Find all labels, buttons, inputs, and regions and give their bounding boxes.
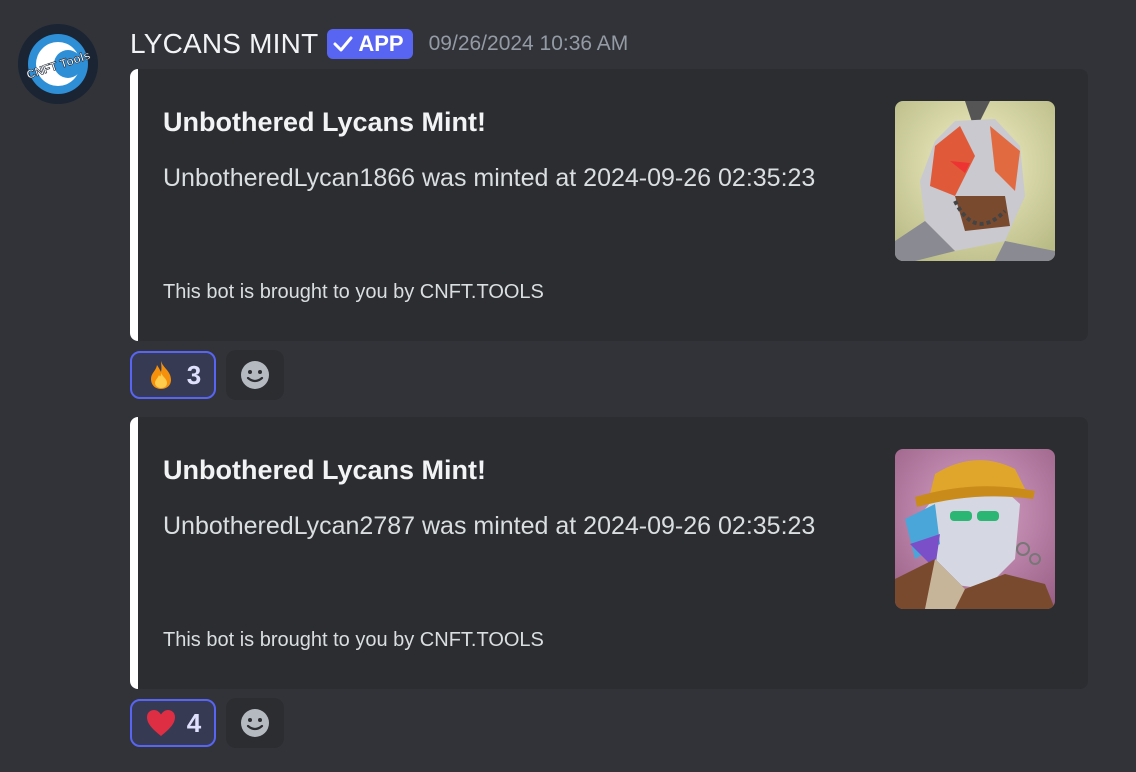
smiley-icon: [241, 709, 269, 737]
embed-thumbnail[interactable]: [895, 101, 1055, 261]
heart-emoji-icon: [145, 707, 177, 739]
message-timestamp[interactable]: 09/26/2024 10:36 AM: [429, 32, 629, 56]
smiley-icon: [241, 361, 269, 389]
reaction-count: 4: [186, 707, 202, 738]
embed-description: UnbotheredLycan1866 was minted at 2024-0…: [163, 164, 816, 192]
app-badge-label: APP: [358, 31, 404, 56]
reaction-fire-button[interactable]: 3: [130, 351, 216, 399]
bot-message: CNFT Tools LYCANS MINT APP 09/26/2024 10…: [0, 0, 1136, 772]
reaction-count: 3: [186, 359, 202, 390]
message-header: LYCANS MINT APP 09/26/2024 10:36 AM: [130, 26, 628, 62]
cnft-tools-logo-icon: CNFT Tools: [18, 24, 98, 104]
reaction-bar: 3: [130, 349, 284, 401]
app-badge: APP: [327, 29, 413, 59]
embed-description: UnbotheredLycan2787 was minted at 2024-0…: [163, 512, 816, 540]
reaction-heart-button[interactable]: 4: [130, 699, 216, 747]
fire-emoji-icon: [145, 359, 177, 391]
embed-title: Unbothered Lycans Mint!: [163, 455, 487, 485]
lycan-nft-image-icon: [895, 449, 1055, 609]
embed-footer: This bot is brought to you by CNFT.TOOLS: [163, 281, 544, 303]
add-reaction-button[interactable]: [226, 350, 284, 400]
embed-footer: This bot is brought to you by CNFT.TOOLS: [163, 629, 544, 651]
mint-embed: Unbothered Lycans Mint! UnbotheredLycan2…: [130, 417, 1088, 689]
embed-thumbnail[interactable]: [895, 449, 1055, 609]
lycan-nft-image-icon: [895, 101, 1055, 261]
add-reaction-button[interactable]: [226, 698, 284, 748]
embed-title: Unbothered Lycans Mint!: [163, 107, 487, 137]
checkmark-icon: [333, 35, 353, 53]
mint-embed: Unbothered Lycans Mint! UnbotheredLycan1…: [130, 69, 1088, 341]
bot-avatar[interactable]: CNFT Tools: [18, 24, 98, 104]
reaction-bar: 4: [130, 697, 284, 749]
username[interactable]: LYCANS MINT: [130, 28, 318, 60]
